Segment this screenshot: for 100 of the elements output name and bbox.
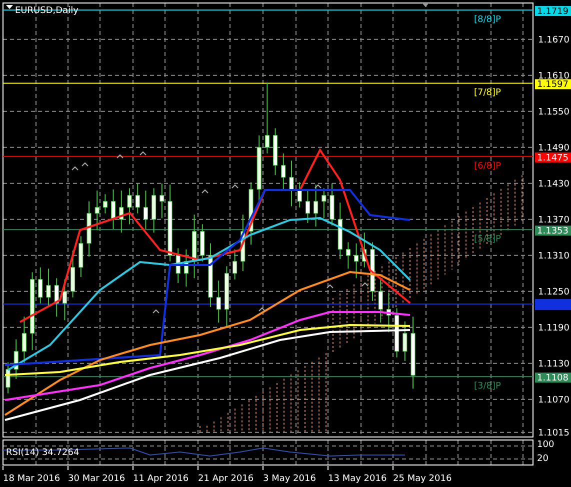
fractal-mark (326, 284, 334, 288)
cloud-hatch-line (458, 216, 460, 266)
cloud-hatch-line (416, 242, 418, 295)
candlestick (208, 242, 213, 308)
cloud-hatch-line (486, 197, 488, 246)
price-axis-label: 1.1190 (538, 323, 570, 334)
candlestick (330, 182, 334, 226)
cloud-hatch-line (248, 400, 250, 432)
candlestick (264, 82, 270, 154)
price-axis-label: 1.1490 (538, 143, 570, 154)
candlestick (152, 188, 156, 234)
cloud-hatch-line (290, 374, 292, 432)
candlestick (192, 214, 197, 279)
candlestick (273, 128, 278, 176)
cloud-hatch-line (514, 179, 516, 226)
cloud-hatch-line (304, 365, 306, 432)
fractal-mark (258, 307, 266, 312)
candlestick (200, 224, 205, 262)
candlestick (338, 202, 342, 260)
level-label: [7/8]P (474, 88, 501, 98)
candlestick (370, 242, 375, 302)
candlestick (94, 190, 100, 231)
candlestick (62, 278, 67, 321)
cloud-hatch-line (234, 408, 236, 432)
date-axis-label: 21 Apr 2016 (198, 474, 254, 484)
level-label: [3/8]P (474, 382, 501, 392)
candlestick (135, 182, 140, 214)
cloud-hatch-line (402, 252, 404, 304)
candlestick (14, 338, 18, 380)
price-axis-label: 1.1070 (538, 395, 570, 406)
price-axis-label: 1.1250 (538, 287, 570, 298)
candlestick (305, 188, 310, 224)
candlestick (216, 280, 221, 324)
candlestick (54, 278, 59, 318)
candlestick (232, 248, 238, 280)
cloud-hatch-line (346, 288, 348, 344)
date-axis-label: 11 Apr 2016 (133, 474, 189, 484)
rsi-scale-label: 20 (537, 454, 548, 464)
cloud-hatch-line (262, 391, 264, 432)
cloud-hatch-line (206, 425, 208, 432)
candlestick (224, 266, 229, 327)
triangle-icon (422, 3, 429, 7)
cloud-hatch-line (374, 270, 376, 324)
price-tag: 1.1475 (535, 152, 571, 164)
price-tag: 1.1353 (535, 226, 571, 237)
price-tag: 1.1597 (535, 79, 571, 90)
date-axis-label: 3 May 2016 (263, 474, 316, 484)
cloud-hatch-line (220, 416, 222, 432)
triangle-icon (6, 5, 13, 9)
price-axis-label: 1.1550 (538, 107, 570, 118)
cloud-hatch-line (500, 188, 502, 236)
level-label: [8/8]P (474, 15, 501, 25)
candlestick (322, 188, 326, 219)
fractal-mark (314, 184, 322, 188)
price-axis-label: 1.1015 (538, 428, 570, 438)
candlestick (184, 248, 188, 288)
candlestick (127, 188, 132, 225)
price-tag (535, 299, 571, 310)
cloud-hatch-line (472, 206, 474, 256)
fractal-mark (202, 189, 208, 194)
candlestick (314, 184, 318, 228)
rsi-scale-label: 100 (537, 440, 554, 450)
candlestick (386, 292, 391, 333)
price-axis-label: 1.1610 (538, 71, 570, 82)
cloud-hatch-line (276, 382, 278, 432)
candlestick (362, 232, 367, 268)
candlestick (6, 362, 10, 394)
cloud-hatch-line (360, 279, 362, 334)
candlestick (248, 182, 254, 246)
level-label: [6/8]P (474, 161, 501, 172)
price-tag: 1.1108 (535, 372, 571, 384)
candlestick (346, 242, 350, 270)
date-axis-label: 18 Mar 2016 (3, 474, 60, 484)
candlestick (281, 152, 286, 192)
fractal-mark (362, 282, 368, 286)
candlestick (176, 248, 180, 284)
candlestick (38, 266, 43, 304)
fractal-mark (232, 184, 238, 188)
cloud-hatch-line (430, 234, 432, 285)
candlestick (70, 250, 76, 298)
candlestick (22, 316, 26, 366)
price-axis-label: 1.1370 (538, 215, 570, 226)
fractal-mark (140, 151, 146, 156)
candlestick (402, 320, 408, 362)
price-tag: 1.1719 (535, 6, 571, 17)
candlestick (394, 308, 400, 358)
candlestick (289, 160, 294, 207)
date-axis-label: 30 Mar 2016 (68, 474, 126, 484)
cloud-hatch-line (332, 298, 334, 354)
price-axis-label: 1.1310 (538, 251, 570, 262)
candlestick (46, 268, 51, 308)
candlestick (297, 182, 302, 208)
candlestick (78, 236, 84, 278)
candlestick (160, 182, 164, 219)
candlestick (354, 242, 359, 279)
candlestick (102, 194, 108, 214)
cloud-hatch-line (444, 224, 446, 275)
candlestick (143, 190, 148, 230)
rsi-label: RSI(14) 34.7264 (6, 448, 80, 458)
candlestick (86, 200, 92, 258)
